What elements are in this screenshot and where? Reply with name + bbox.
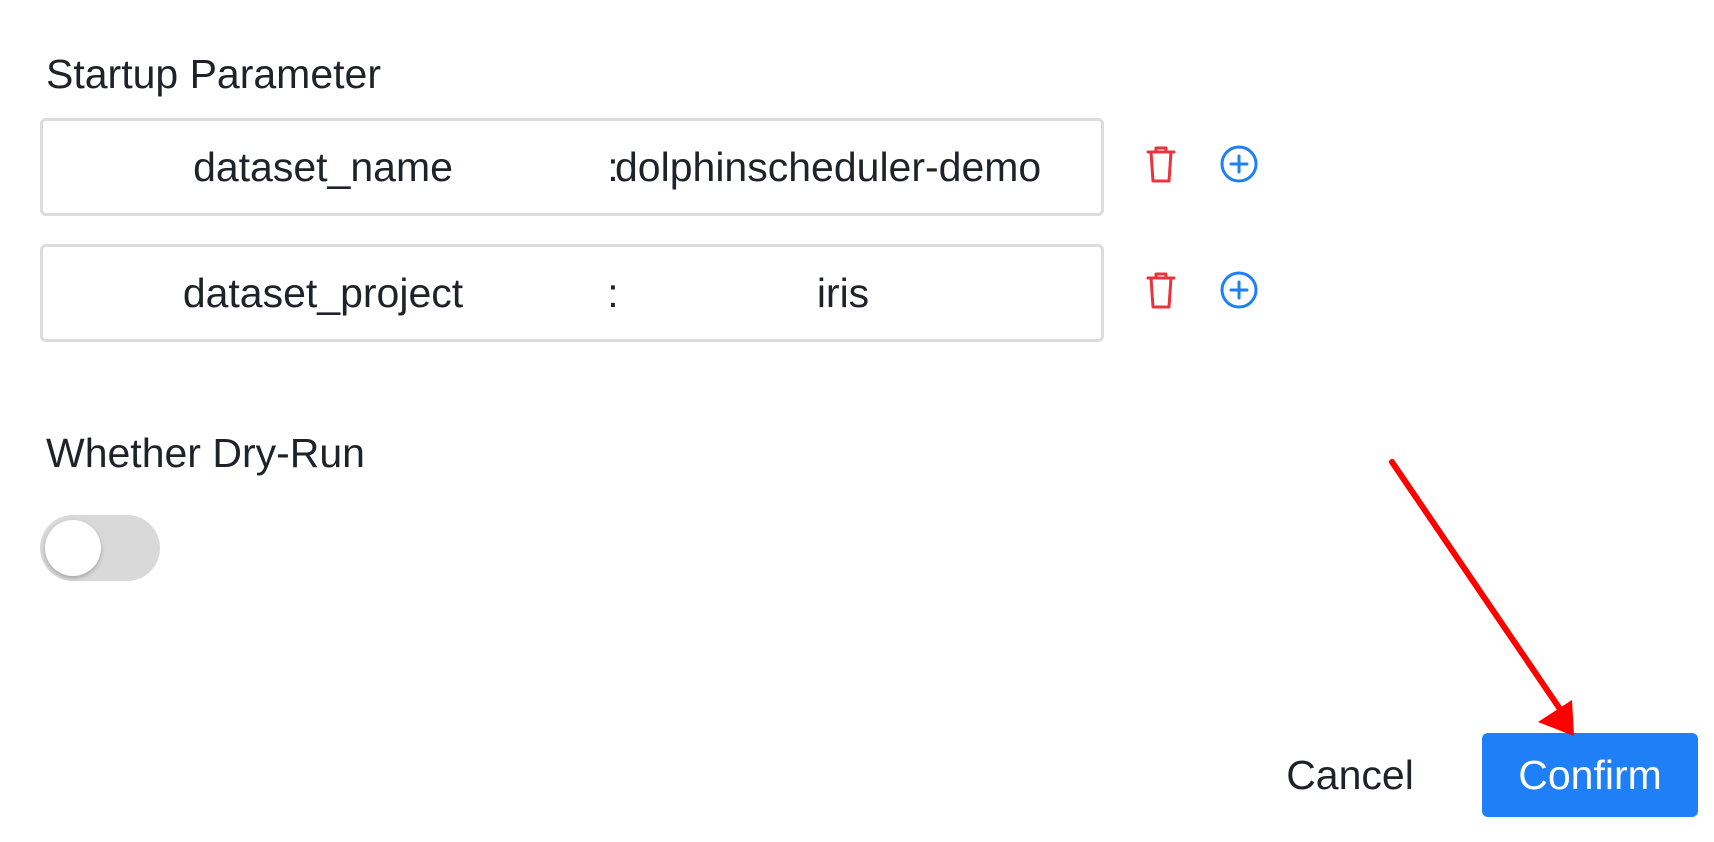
plus-circle-icon (1220, 145, 1258, 183)
parameter-key[interactable]: dataset_name (63, 121, 583, 213)
confirm-button[interactable]: Confirm (1482, 733, 1698, 817)
trash-icon (1146, 146, 1176, 183)
parameter-value[interactable]: dolphinscheduler-demo (615, 121, 1071, 213)
arrow-head-icon (1538, 700, 1574, 736)
delete-parameter-button[interactable] (1138, 267, 1184, 313)
trash-icon (1146, 272, 1176, 309)
parameter-row[interactable]: dataset_project : iris (40, 244, 1104, 342)
parameter-row[interactable]: dataset_name : dolphinscheduler-demo (40, 118, 1104, 216)
cancel-button[interactable]: Cancel (1270, 735, 1430, 815)
parameter-value[interactable]: iris (615, 247, 1071, 339)
plus-circle-icon (1220, 271, 1258, 309)
add-parameter-button[interactable] (1216, 267, 1262, 313)
delete-parameter-button[interactable] (1138, 141, 1184, 187)
add-parameter-button[interactable] (1216, 141, 1262, 187)
startup-dialog-body: Startup Parameter dataset_name : dolphin… (0, 0, 1714, 842)
parameter-key[interactable]: dataset_project (63, 247, 583, 339)
toggle-knob (45, 520, 101, 576)
dry-run-toggle[interactable] (40, 515, 160, 581)
dry-run-label: Whether Dry-Run (46, 430, 365, 476)
startup-parameter-label: Startup Parameter (46, 51, 381, 97)
